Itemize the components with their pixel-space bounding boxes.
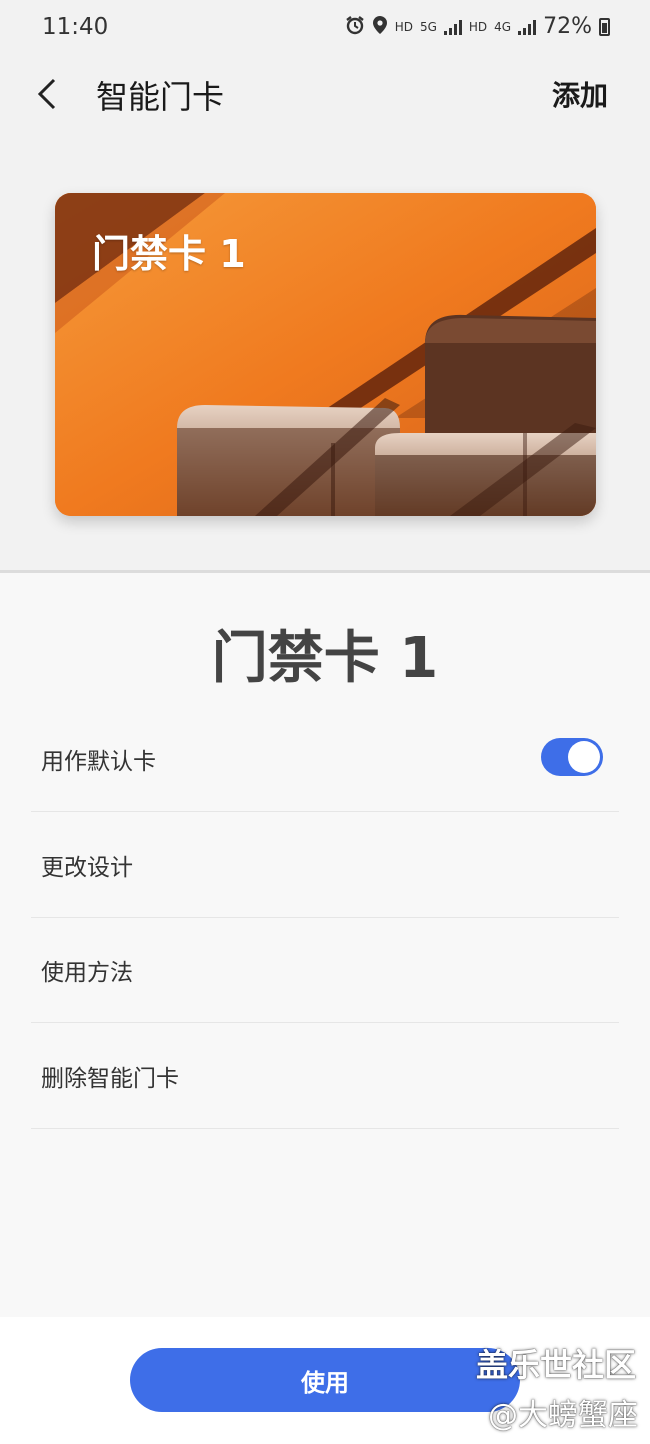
- setting-row-change-design[interactable]: 更改设计: [31, 812, 619, 918]
- default-card-toggle[interactable]: [541, 738, 603, 776]
- toggle-knob: [568, 741, 600, 773]
- setting-label: 用作默认卡: [41, 749, 156, 775]
- signal-icon-2: [518, 19, 537, 35]
- watermark-author: @大螃蟹座: [488, 1398, 638, 1433]
- battery-percent: 72%: [543, 14, 592, 39]
- setting-row-delete-card[interactable]: 删除智能门卡: [31, 1023, 619, 1129]
- use-button[interactable]: 使用: [130, 1348, 520, 1412]
- setting-row-how-to-use[interactable]: 使用方法: [31, 917, 619, 1023]
- network-5g-label: 5G: [419, 19, 437, 34]
- setting-label: 删除智能门卡: [41, 1066, 179, 1092]
- signal-icon: [443, 19, 462, 35]
- card-name: 门禁卡 1: [92, 232, 246, 276]
- status-time: 11:40: [42, 14, 109, 40]
- app-bar: 智能门卡 添加: [0, 56, 650, 132]
- setting-label: 使用方法: [41, 960, 133, 986]
- status-bar: 11:40 HD 5G HD 4G 72%: [0, 0, 650, 56]
- watermark-community: 盖乐世社区: [475, 1346, 636, 1384]
- page-title: 智能门卡: [96, 78, 225, 116]
- door-card[interactable]: 门禁卡 1: [55, 193, 596, 516]
- hd-label: HD: [394, 19, 413, 34]
- location-icon: [372, 15, 388, 38]
- card-title: 门禁卡 1: [211, 626, 439, 691]
- setting-row-default-card[interactable]: 用作默认卡: [31, 706, 619, 812]
- hd-label-2: HD: [468, 19, 488, 34]
- chevron-left-icon: [37, 78, 56, 110]
- back-button[interactable]: [28, 72, 68, 116]
- status-icons: HD 5G HD 4G 72%: [345, 14, 610, 39]
- network-4g-label: 4G: [494, 19, 512, 34]
- alarm-icon: [345, 15, 365, 38]
- detail-sheet: 门禁卡 1 用作默认卡 更改设计 使用方法 删除智能门卡: [0, 573, 650, 1317]
- battery-icon: [599, 17, 610, 36]
- setting-label: 更改设计: [41, 855, 133, 881]
- add-button[interactable]: 添加: [552, 74, 608, 114]
